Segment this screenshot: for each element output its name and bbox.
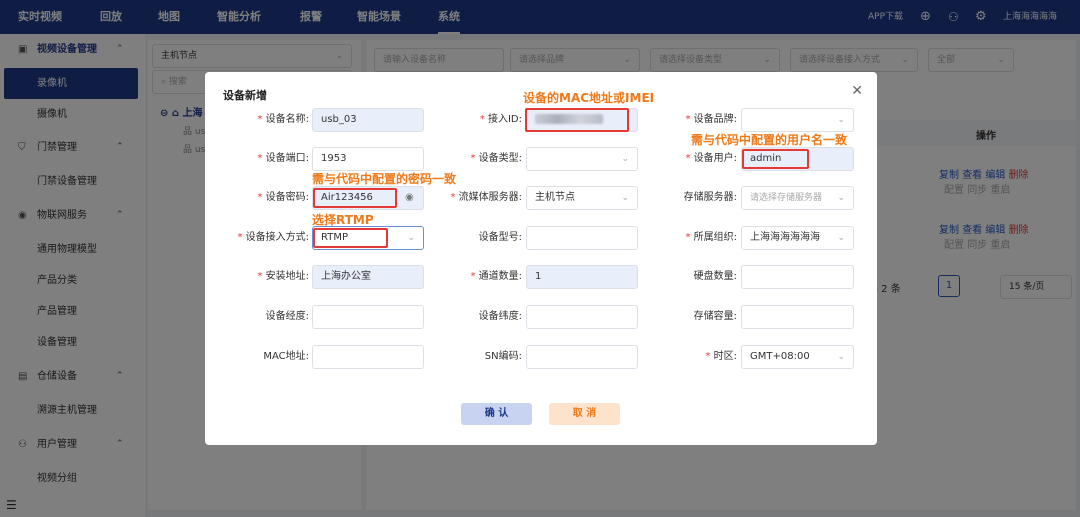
address-input[interactable]: 上海办公室 (312, 265, 424, 289)
brand-select[interactable]: ⌄ (741, 108, 854, 132)
dialog-title: 设备新增 (223, 89, 267, 102)
timezone-label: * 时区: (705, 351, 737, 362)
highlight-access-id (525, 108, 629, 132)
add-device-dialog: 设备新增 ✕ * 设备名称: usb_03 * 接入ID: * 设备品牌: ⌄ … (205, 72, 877, 445)
chevron-down-icon: ⌄ (621, 154, 629, 164)
storage-capacity-input[interactable] (741, 305, 854, 329)
port-input[interactable]: 1953 (312, 147, 424, 171)
port-label: * 设备端口: (257, 153, 309, 164)
access-id-label: * 接入ID: (479, 114, 522, 125)
type-label: * 设备类型: (470, 153, 522, 164)
latitude-label: 设备纬度: (478, 311, 522, 322)
eye-icon[interactable]: ◉ (405, 192, 414, 203)
device-name-input[interactable]: usb_03 (312, 108, 424, 132)
media-server-select[interactable]: 主机节点 ⌄ (526, 186, 638, 210)
org-label: * 所属组织: (685, 232, 737, 243)
disks-label: 硬盘数量: (693, 271, 737, 282)
chevron-down-icon: ⌄ (837, 233, 845, 243)
storage-server-label: 存储服务器: (683, 192, 737, 203)
close-icon[interactable]: ✕ (851, 83, 863, 99)
mac-label: MAC地址: (263, 351, 309, 362)
disks-input[interactable] (741, 265, 854, 289)
type-select[interactable]: ⌄ (526, 147, 638, 171)
org-select[interactable]: 上海海海海海海 ⌄ (741, 226, 854, 250)
chevron-down-icon: ⌄ (837, 193, 845, 203)
sn-input[interactable] (526, 345, 638, 369)
brand-label: * 设备品牌: (685, 114, 737, 125)
user-label: * 设备用户: (685, 153, 737, 164)
media-server-label: * 流媒体服务器: (450, 192, 522, 203)
annotation-password-match: 需与代码中配置的密码一致 (312, 172, 457, 186)
chevron-down-icon: ⌄ (407, 233, 415, 243)
timezone-select[interactable]: GMT+08:00 ⌄ (741, 345, 854, 369)
cancel-button[interactable]: 取 消 (549, 403, 620, 425)
highlight-user (742, 149, 809, 169)
annotation-user-match: 需与代码中配置的用户名一致 (691, 133, 848, 147)
chevron-down-icon: ⌄ (621, 193, 629, 203)
latitude-input[interactable] (526, 305, 638, 329)
storage-capacity-label: 存储容量: (693, 311, 737, 322)
chevron-down-icon: ⌄ (837, 115, 845, 125)
longitude-label: 设备经度: (265, 311, 309, 322)
access-mode-label: * 设备接入方式: (237, 232, 309, 243)
highlight-access-mode (313, 228, 388, 248)
address-label: * 安装地址: (257, 271, 309, 282)
chevron-down-icon: ⌄ (837, 352, 845, 362)
confirm-button[interactable]: 确 认 (461, 403, 532, 425)
mac-input[interactable] (312, 345, 424, 369)
highlight-password (313, 188, 397, 208)
channels-input[interactable]: 1 (526, 265, 638, 289)
channels-label: * 通道数量: (470, 271, 522, 282)
name-label: * 设备名称: (257, 114, 309, 125)
longitude-input[interactable] (312, 305, 424, 329)
password-label: * 设备密码: (257, 192, 309, 203)
annotation-mac-imei: 设备的MAC地址或IMEI (523, 91, 655, 105)
model-label: 设备型号: (478, 232, 522, 243)
sn-label: SN编码: (484, 351, 522, 362)
model-input[interactable] (526, 226, 638, 250)
storage-server-select[interactable]: 请选择存储服务器 ⌄ (741, 186, 854, 210)
annotation-select-rtmp: 选择RTMP (312, 213, 374, 227)
